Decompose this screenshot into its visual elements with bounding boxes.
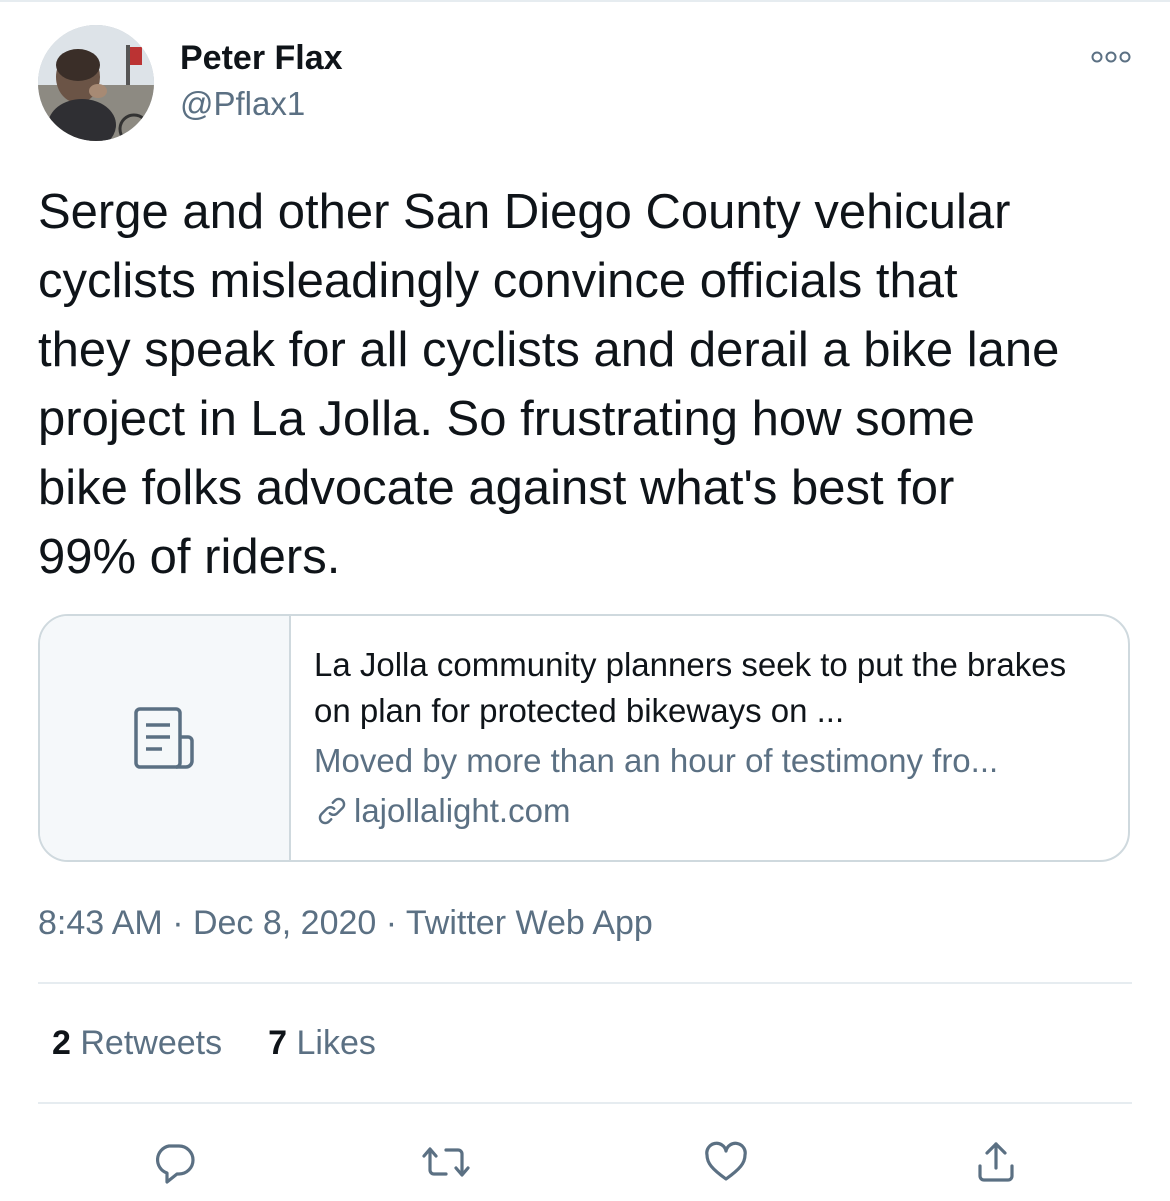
likes-stat[interactable]: 7 Likes <box>268 1022 376 1064</box>
link-card[interactable]: La Jolla community planners seek to put … <box>38 614 1130 862</box>
more-icon <box>1091 51 1131 63</box>
like-button[interactable] <box>700 1136 752 1188</box>
avatar-image <box>38 25 154 141</box>
top-divider <box>0 0 1170 2</box>
retweets-stat[interactable]: 2 Retweets <box>52 1022 222 1064</box>
tweet-text: Serge and other San Diego County vehicul… <box>38 185 1060 584</box>
card-domain: lajollalight.com <box>354 792 571 829</box>
reply-button[interactable] <box>148 1136 200 1188</box>
card-description: Moved by more than an hour of testimony … <box>314 742 999 779</box>
more-options-button[interactable] <box>1088 44 1134 70</box>
card-body: La Jolla community planners seek to put … <box>314 642 1104 834</box>
card-thumbnail <box>40 616 291 860</box>
retweet-button[interactable] <box>420 1136 472 1188</box>
retweets-count: 2 <box>52 1024 71 1062</box>
retweet-icon <box>422 1147 470 1177</box>
card-domain-row: lajollalight.com <box>314 788 1104 834</box>
reply-icon <box>156 1144 195 1184</box>
document-icon <box>133 707 194 769</box>
divider-bottom <box>38 1102 1132 1104</box>
avatar[interactable] <box>38 25 154 141</box>
card-title: La Jolla community planners seek to put … <box>314 646 1067 729</box>
tweet-stats: 2 Retweets 7 Likes <box>52 1022 376 1064</box>
display-name[interactable]: Peter Flax <box>180 38 343 78</box>
tweet-meta: 8:43 AM · Dec 8, 2020 · Twitter Web App <box>38 904 653 942</box>
retweets-label: Retweets <box>80 1024 223 1062</box>
likes-label: Likes <box>296 1024 376 1062</box>
divider-top <box>38 982 1132 984</box>
share-icon <box>978 1142 1014 1182</box>
link-icon <box>318 797 346 825</box>
share-button[interactable] <box>970 1136 1022 1188</box>
like-icon <box>705 1141 747 1181</box>
user-handle[interactable]: @Pflax1 <box>180 84 305 124</box>
likes-count: 7 <box>268 1024 288 1062</box>
